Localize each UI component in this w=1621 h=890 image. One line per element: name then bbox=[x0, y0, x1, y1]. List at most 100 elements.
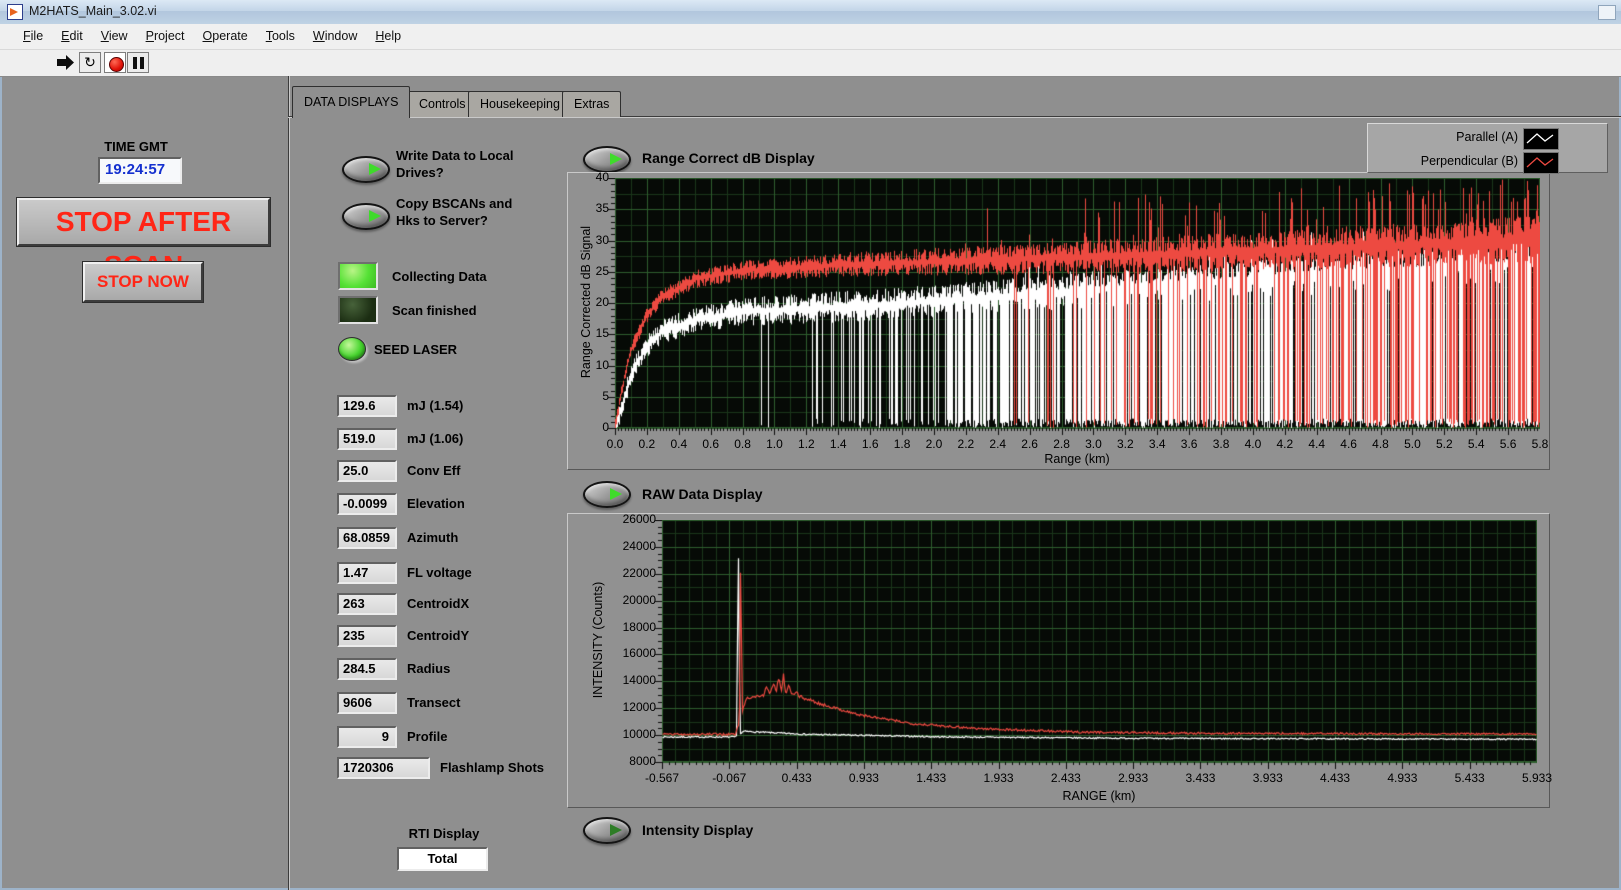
y-tick-label: 15 bbox=[575, 326, 609, 340]
menu-file[interactable]: File bbox=[14, 24, 52, 49]
readout-field-elevation: -0.0099 bbox=[337, 493, 397, 515]
readout-label: FL voltage bbox=[407, 565, 472, 580]
menu-help[interactable]: Help bbox=[366, 24, 410, 49]
intensity-display-label: Intensity Display bbox=[642, 822, 753, 838]
tab-extras[interactable]: Extras bbox=[562, 91, 621, 117]
readout-label: CentroidY bbox=[407, 628, 469, 643]
y-tick-label: 0 bbox=[575, 420, 609, 434]
x-tick-label: 0.433 bbox=[771, 771, 823, 785]
readout-field-radius: 284.5 bbox=[337, 658, 397, 680]
readout-field-centroidy: 235 bbox=[337, 625, 397, 647]
legend-name: Parallel (A) bbox=[1374, 127, 1518, 148]
copy-bscans-toggle[interactable] bbox=[342, 203, 390, 230]
legend-row: Perpendicular (B) bbox=[1368, 151, 1607, 173]
menu-project[interactable]: Project bbox=[137, 24, 194, 49]
legend-sample-parallel[interactable] bbox=[1523, 128, 1559, 150]
menu-edit[interactable]: Edit bbox=[52, 24, 92, 49]
y-tick-label: 8000 bbox=[608, 754, 656, 768]
x-tick-label: 5.933 bbox=[1511, 771, 1563, 785]
time-gmt-label: TIME GMT bbox=[90, 139, 182, 154]
window-control-fragment[interactable] bbox=[1598, 5, 1616, 20]
pause-icon bbox=[133, 57, 137, 69]
stop-now-button[interactable]: STOP NOW bbox=[83, 262, 203, 302]
menu-operate[interactable]: Operate bbox=[194, 24, 257, 49]
readout-field-azimuth: 68.0859 bbox=[337, 527, 397, 549]
readout-label: CentroidX bbox=[407, 596, 469, 611]
y-tick-label: 16000 bbox=[608, 646, 656, 660]
rti-display-ring[interactable]: Total bbox=[397, 847, 488, 871]
readout-label: Radius bbox=[407, 661, 450, 676]
intensity-display-toggle[interactable] bbox=[583, 817, 631, 844]
scan-finished-label: Scan finished bbox=[392, 303, 477, 318]
y-tick-label: 26000 bbox=[608, 512, 656, 526]
time-gmt-display: 19:24:57 bbox=[98, 157, 182, 184]
run-button[interactable] bbox=[56, 52, 78, 73]
seed-laser-led bbox=[338, 337, 366, 361]
raw-data-ylabel: INTENSITY (Counts) bbox=[591, 515, 605, 765]
toggle-arrow-icon bbox=[610, 488, 622, 500]
x-tick-label: -0.067 bbox=[703, 771, 755, 785]
range-db-xlabel: Range (km) bbox=[1027, 452, 1127, 466]
readout-field-conv-eff: 25.0 bbox=[337, 460, 397, 482]
menu-window[interactable]: Window bbox=[304, 24, 366, 49]
menu-view[interactable]: View bbox=[92, 24, 137, 49]
legend-name: Perpendicular (B) bbox=[1374, 151, 1518, 172]
write-data-toggle[interactable] bbox=[342, 156, 390, 183]
readout-field-flashlamp-shots: 1720306 bbox=[337, 757, 430, 779]
x-tick-label: 4.433 bbox=[1309, 771, 1361, 785]
range-db-display-toggle[interactable] bbox=[583, 146, 631, 173]
raw-data-title: RAW Data Display bbox=[642, 486, 763, 502]
copy-bscans-label: Copy BSCANs and Hks to Server? bbox=[396, 195, 538, 229]
y-tick-label: 10000 bbox=[608, 727, 656, 741]
y-tick-label: 12000 bbox=[608, 700, 656, 714]
toggle-arrow-icon bbox=[610, 153, 622, 165]
readout-label: Profile bbox=[407, 729, 447, 744]
x-tick-label: 4.933 bbox=[1376, 771, 1428, 785]
tab-strip-line bbox=[288, 117, 1621, 118]
tab-housekeeping[interactable]: Housekeeping bbox=[468, 91, 572, 117]
raw-data-display-toggle[interactable] bbox=[583, 481, 631, 508]
menu-tools[interactable]: Tools bbox=[257, 24, 304, 49]
readout-field-transect: 9606 bbox=[337, 692, 397, 714]
rti-display-label: RTI Display bbox=[399, 826, 489, 841]
window-title: M2HATS_Main_3.02.vi bbox=[29, 4, 157, 18]
y-tick-label: 14000 bbox=[608, 673, 656, 687]
readout-label: Transect bbox=[407, 695, 460, 710]
run-continuously-button[interactable]: ↻ bbox=[79, 52, 101, 73]
vi-toolbar: ↻ bbox=[0, 50, 1621, 77]
abort-button[interactable] bbox=[104, 52, 126, 73]
pause-icon bbox=[140, 57, 144, 69]
tab-controls[interactable]: Controls bbox=[407, 91, 478, 117]
toggle-arrow-icon bbox=[369, 210, 381, 222]
readout-field-centroidx: 263 bbox=[337, 593, 397, 615]
raw-data-xlabel: RANGE (km) bbox=[1049, 789, 1149, 803]
readout-label: mJ (1.54) bbox=[407, 398, 463, 413]
scan-finished-led bbox=[338, 296, 378, 324]
tab-data-displays[interactable]: DATA DISPLAYS bbox=[292, 86, 410, 118]
x-tick-label: 2.933 bbox=[1107, 771, 1159, 785]
pause-button[interactable] bbox=[127, 52, 149, 73]
y-tick-label: 40 bbox=[575, 170, 609, 184]
tab-control-border bbox=[289, 76, 290, 890]
y-tick-label: 24000 bbox=[608, 539, 656, 553]
stop-after-scan-button[interactable]: STOP AFTER SCAN bbox=[17, 198, 270, 246]
y-tick-label: 25 bbox=[575, 264, 609, 278]
y-tick-label: 30 bbox=[575, 233, 609, 247]
range-db-title: Range Correct dB Display bbox=[642, 150, 815, 166]
menu-bar: FileEditViewProjectOperateToolsWindowHel… bbox=[0, 24, 1621, 50]
legend-row: Parallel (A) bbox=[1368, 127, 1607, 149]
y-tick-label: 35 bbox=[575, 201, 609, 215]
readout-label: Azimuth bbox=[407, 530, 458, 545]
y-tick-label: 22000 bbox=[608, 566, 656, 580]
legend-sample-perpendicular[interactable] bbox=[1523, 152, 1559, 174]
x-tick-label: 1.433 bbox=[905, 771, 957, 785]
raw-data-plot-canvas bbox=[650, 520, 1537, 772]
collecting-data-led bbox=[338, 262, 378, 290]
x-tick-label: 5.8 bbox=[1514, 437, 1566, 451]
x-tick-label: 3.933 bbox=[1242, 771, 1294, 785]
readout-field-mj-1-06-: 519.0 bbox=[337, 428, 397, 450]
y-tick-label: 10 bbox=[575, 358, 609, 372]
x-tick-label: 1.933 bbox=[973, 771, 1025, 785]
readout-label: Elevation bbox=[407, 496, 465, 511]
abort-icon bbox=[109, 57, 124, 72]
